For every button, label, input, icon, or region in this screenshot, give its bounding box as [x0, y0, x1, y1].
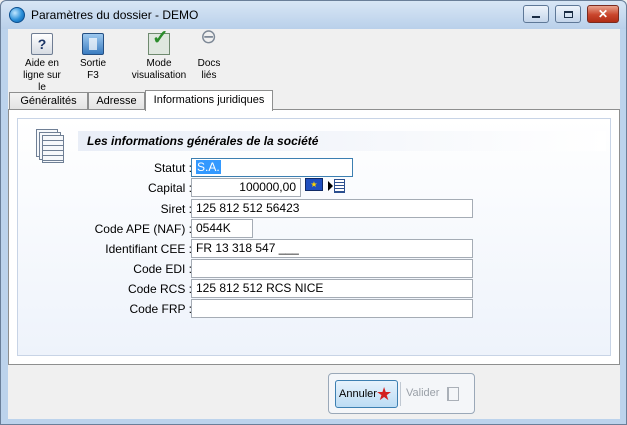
tab-generalites[interactable]: Généralités — [9, 92, 88, 110]
cee-input[interactable]: FR 13 318 547 ___ — [191, 239, 473, 258]
tab-bar: Généralités Adresse Informations juridiq… — [8, 90, 620, 111]
edi-input[interactable] — [191, 259, 473, 278]
app-globe-icon — [9, 7, 25, 23]
statut-input[interactable]: S.A. — [191, 158, 353, 177]
title-bar[interactable]: Paramètres du dossier - DEMO ✕ — [1, 1, 626, 29]
frp-input[interactable] — [191, 299, 473, 318]
capital-input[interactable]: 100000,00 — [191, 178, 301, 197]
linked-docs-button[interactable]: Docs liés — [192, 33, 226, 82]
tab-informations-juridiques[interactable]: Informations juridiques — [145, 90, 273, 111]
form-section: Les informations générales de la société — [17, 118, 611, 356]
toolbar: ? Aide en ligne sur le Sortie F3 Mode vi… — [8, 29, 620, 94]
validate-button[interactable]: Valider — [403, 380, 467, 408]
frp-label: Code FRP : — [129, 302, 192, 316]
minimize-button[interactable] — [523, 5, 549, 23]
capital-label: Capital : — [147, 181, 192, 195]
section-title: Les informations générales de la société — [87, 134, 319, 148]
siret-label: Siret : — [160, 202, 192, 216]
close-button[interactable]: ✕ — [587, 5, 619, 23]
window-title: Paramètres du dossier - DEMO — [31, 8, 199, 22]
rcs-label: Code RCS : — [127, 282, 192, 296]
cee-label: Identifiant CEE : — [105, 242, 192, 256]
maximize-button[interactable] — [555, 5, 581, 23]
cancel-button[interactable]: Annuler ★ — [335, 380, 398, 408]
paperclip-icon — [198, 33, 220, 55]
checkmark-icon — [148, 32, 170, 55]
app-window: Paramètres du dossier - DEMO ✕ ? Aide en… — [0, 0, 627, 425]
currency-list-icon[interactable] — [328, 179, 346, 193]
documents-icon — [36, 129, 64, 163]
maximize-icon — [563, 10, 573, 18]
edi-label: Code EDI : — [133, 262, 192, 276]
statut-label: Statut : — [153, 161, 192, 175]
validate-door-icon — [447, 387, 459, 401]
siret-input[interactable]: 125 812 512 56423 — [191, 199, 473, 218]
tab-adresse[interactable]: Adresse — [88, 92, 145, 110]
action-buttons: Annuler ★ Valider — [328, 373, 475, 414]
minimize-icon — [532, 16, 540, 18]
euro-flag-icon[interactable]: ★ — [305, 178, 323, 191]
close-icon: ✕ — [597, 7, 609, 21]
view-mode-button[interactable]: Mode visualisation — [126, 32, 192, 82]
help-button[interactable]: ? Aide en ligne sur le — [18, 33, 66, 94]
exit-door-icon — [82, 33, 104, 55]
ape-input[interactable]: 0544K — [191, 219, 253, 238]
tab-panel: Les informations générales de la société — [8, 109, 620, 365]
rcs-input[interactable]: 125 812 512 RCS NICE — [191, 279, 473, 298]
exit-button[interactable]: Sortie F3 — [72, 33, 114, 82]
cancel-star-icon: ★ — [376, 384, 393, 404]
ape-label: Code APE (NAF) : — [94, 222, 192, 236]
help-icon: ? — [31, 33, 53, 55]
button-divider — [400, 382, 401, 406]
window-content: ? Aide en ligne sur le Sortie F3 Mode vi… — [8, 29, 620, 419]
